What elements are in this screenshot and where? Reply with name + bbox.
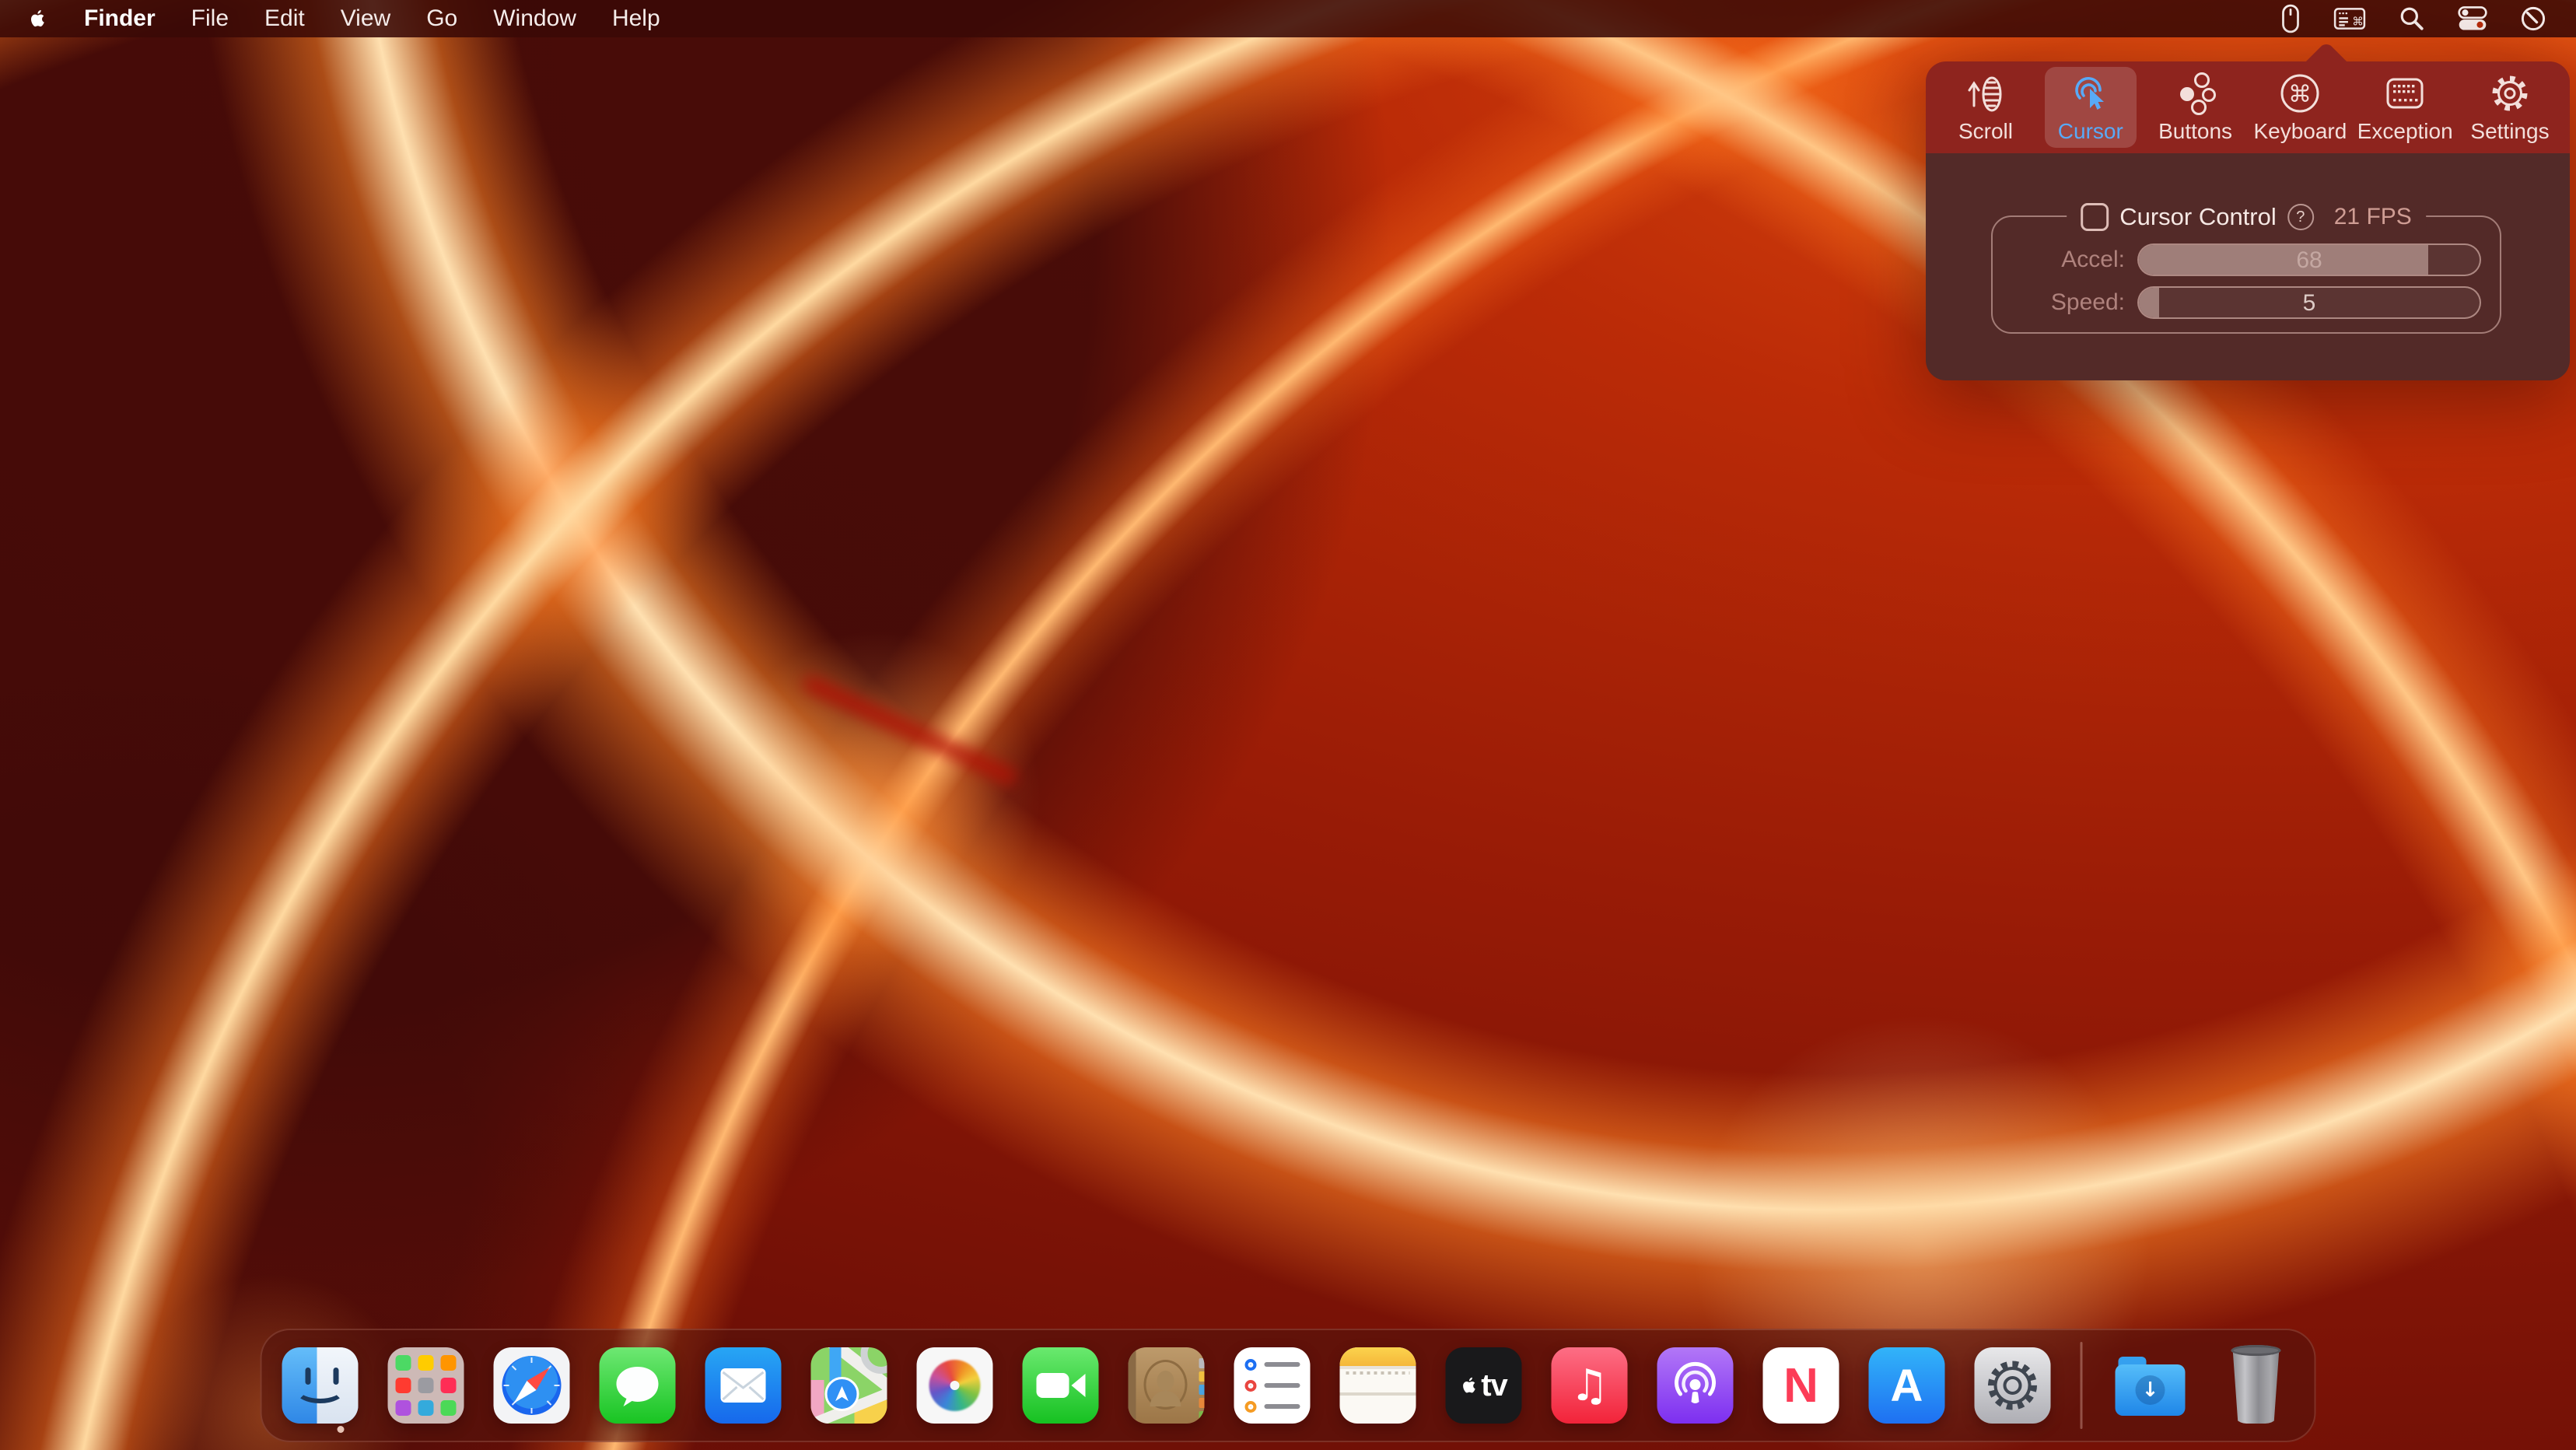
accel-slider[interactable]: 68 [2137,243,2481,276]
command-circle-icon: ⌘ [2278,71,2322,116]
notes-icon [1340,1347,1416,1424]
accel-row: Accel: 68 [1993,243,2500,276]
fps-readout: 21 FPS [2334,204,2412,230]
dock-item-reminders[interactable] [1234,1347,1311,1424]
dock-item-finder[interactable] [282,1347,359,1424]
dock-item-trash[interactable] [2218,1347,2294,1424]
dock-item-photos[interactable] [917,1347,993,1424]
tab-scroll-label: Scroll [1958,119,2013,144]
finder-running-indicator [338,1426,345,1433]
dock-item-maps[interactable] [811,1347,887,1424]
menu-bar-left: Finder File Edit View Go Window Help [0,0,660,37]
dock-item-tv[interactable]: tv [1446,1347,1522,1424]
accel-label: Accel: [1993,247,2125,273]
tab-scroll[interactable]: Scroll [1940,67,2032,148]
menu-edit[interactable]: Edit [264,0,305,37]
menu-app-finder[interactable]: Finder [84,0,156,37]
keyboard-viewer-icon[interactable]: ⌘ [2333,6,2366,31]
trash-icon [2231,1347,2281,1424]
accel-slider-value: 68 [2139,245,2480,275]
dock-item-safari[interactable] [494,1347,570,1424]
mouse-icon[interactable] [2280,4,2301,33]
menu-view[interactable]: View [341,0,390,37]
speed-slider-value: 5 [2139,288,2480,317]
tab-keyboard-label: Keyboard [2253,119,2347,144]
maps-icon [811,1347,887,1424]
dock-item-launchpad[interactable] [388,1347,464,1424]
slash-circle-icon[interactable] [2520,5,2546,32]
menu-help[interactable]: Help [612,0,660,37]
download-arrow-icon: ↓ [2136,1375,2165,1405]
cursor-control-label: Cursor Control [2119,203,2277,231]
dock-item-appstore[interactable]: A [1869,1347,1945,1424]
mouse-buttons-icon [2174,71,2217,116]
speed-slider[interactable]: 5 [2137,286,2481,319]
cursor-panel: Cursor Control ? 21 FPS Accel: 68 Speed:… [1926,153,2570,380]
system-settings-icon [1975,1347,2051,1424]
menu-bar: Finder File Edit View Go Window Help ⌘ [0,0,2576,37]
tab-exception-label: Exception [2357,119,2453,144]
facetime-icon [1023,1347,1099,1424]
keyboard-grid-icon [2383,71,2427,116]
control-center-icon[interactable] [2458,5,2487,32]
svg-text:⌘: ⌘ [2288,81,2312,108]
music-icon: ♫ [1552,1347,1628,1424]
contacts-icon [1129,1347,1205,1424]
safari-icon [494,1347,570,1424]
mail-icon [705,1347,782,1424]
tab-buttons-label: Buttons [2158,119,2232,144]
launchpad-icon [388,1347,464,1424]
gear-icon [2488,71,2532,116]
dock-item-news[interactable]: N [1763,1347,1839,1424]
tab-cursor[interactable]: Cursor [2045,67,2137,148]
dock-item-contacts[interactable] [1129,1347,1205,1424]
news-icon: N [1763,1347,1839,1424]
help-icon[interactable]: ? [2287,204,2314,230]
mouse-settings-popover: Scroll Cursor Buttons [1926,61,2570,380]
cursor-control-header: Cursor Control ? 21 FPS [2067,200,2426,234]
menu-go[interactable]: Go [426,0,457,37]
dock-separator [2081,1342,2083,1429]
tab-keyboard[interactable]: ⌘ Keyboard [2254,67,2346,148]
speed-row: Speed: 5 [1993,286,2500,319]
dock-item-system-settings[interactable] [1975,1347,2051,1424]
tv-icon: tv [1446,1347,1522,1424]
dock: tv ♫ N A [261,1329,2316,1442]
scroll-wheel-icon [1964,71,2007,116]
dock-item-podcasts[interactable] [1657,1347,1734,1424]
dock-item-mail[interactable] [705,1347,782,1424]
tab-settings[interactable]: Settings [2464,67,2556,148]
finder-icon [282,1347,359,1424]
dock-item-music[interactable]: ♫ [1552,1347,1628,1424]
messages-icon [600,1347,676,1424]
dock-item-messages[interactable] [600,1347,676,1424]
tab-exception[interactable]: Exception [2359,67,2451,148]
tab-buttons[interactable]: Buttons [2150,67,2242,148]
tab-cursor-label: Cursor [2058,119,2123,144]
tab-settings-label: Settings [2470,119,2549,144]
cursor-control-checkbox[interactable] [2081,203,2109,231]
menu-window[interactable]: Window [493,0,576,37]
reminders-icon [1234,1347,1311,1424]
dock-item-notes[interactable] [1340,1347,1416,1424]
spotlight-icon[interactable] [2399,5,2425,32]
cursor-control-group: Cursor Control ? 21 FPS Accel: 68 Speed:… [1991,215,2501,334]
photos-icon [917,1347,993,1424]
dock-item-downloads[interactable]: ↓ [2112,1347,2189,1424]
apple-menu-icon[interactable] [28,7,48,30]
menu-file[interactable]: File [191,0,229,37]
menu-bar-status: ⌘ [2280,0,2576,37]
cursor-click-icon [2069,71,2112,116]
app-store-icon: A [1869,1347,1945,1424]
speed-label: Speed: [1993,289,2125,316]
dock-item-facetime[interactable] [1023,1347,1099,1424]
svg-text:⌘: ⌘ [2352,15,2364,28]
podcasts-icon [1657,1347,1734,1424]
popover-tab-bar: Scroll Cursor Buttons [1926,61,2570,153]
